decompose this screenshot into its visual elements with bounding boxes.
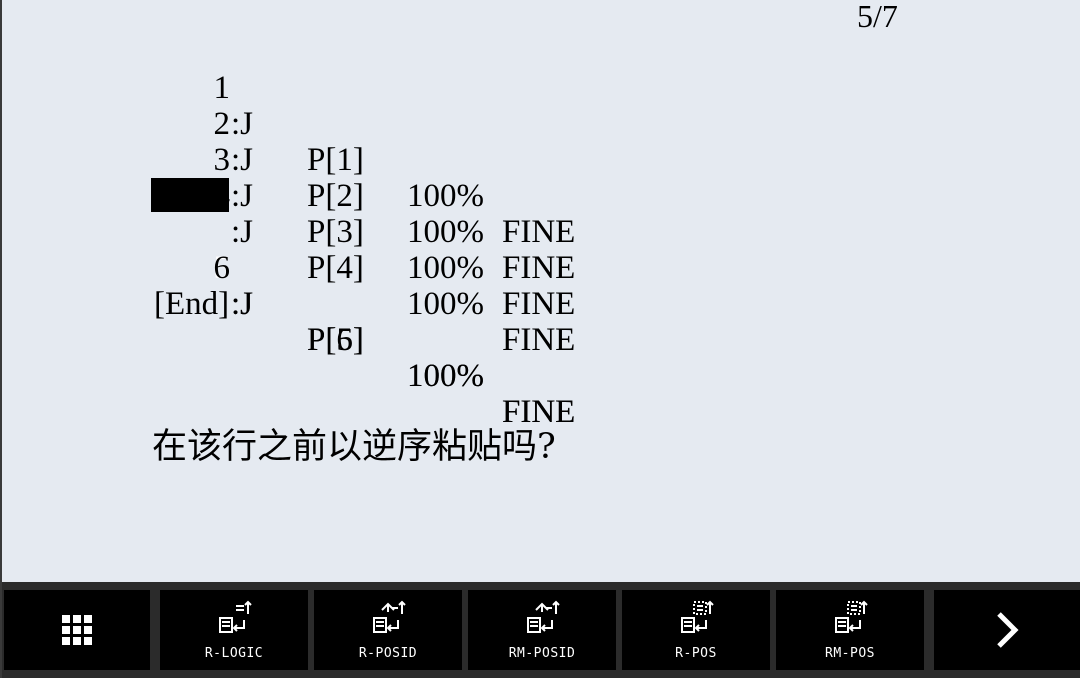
- function-key-bar: R-LOGIC R-POSID RM-POSID R-POS RM-POS: [2, 582, 1080, 678]
- grid-icon: [62, 615, 92, 645]
- r-logic-button[interactable]: R-LOGIC: [160, 590, 308, 670]
- teach-pendant-screen: 5/7 1 :J P[1] 100% FINE 2 :J P[2] 100% F…: [0, 0, 1080, 678]
- program-line-5-selected[interactable]: 5 :J P[5] 100% FINE: [2, 178, 702, 430]
- program-line-6[interactable]: 6 :J P[6] 100% FINE: [2, 214, 702, 430]
- paste-pos-icon: [681, 600, 714, 633]
- termination-type: FINE: [502, 286, 576, 322]
- speed-value: 100%: [407, 286, 484, 322]
- menu-button[interactable]: [4, 590, 150, 670]
- r-posid-button[interactable]: R-POSID: [314, 590, 462, 670]
- paste-motion-pos-icon: [835, 600, 868, 633]
- chevron-right-icon: [997, 612, 1019, 648]
- rm-pos-label: RM-POS: [825, 646, 875, 661]
- motion-type: :J: [231, 286, 254, 322]
- program-line-4[interactable]: 4 :J P[4] 100% FINE: [2, 142, 702, 358]
- line-cursor: [151, 178, 229, 212]
- program-listing: 1 :J P[1] 100% FINE 2 :J P[2] 100% FINE …: [2, 34, 702, 430]
- program-line-1[interactable]: 1 :J P[1] 100% FINE: [2, 34, 702, 250]
- paste-logic-icon: [219, 600, 252, 633]
- paste-motion-posid-icon: [527, 600, 560, 633]
- page-indicator: 5/7: [857, 0, 898, 34]
- r-pos-label: R-POS: [675, 646, 717, 661]
- rm-posid-button[interactable]: RM-POSID: [468, 590, 616, 670]
- program-line-3[interactable]: 3 :J P[3] 100% FINE: [2, 106, 702, 322]
- program-line-2[interactable]: 2 :J P[2] 100% FINE: [2, 70, 702, 286]
- next-page-button[interactable]: [934, 590, 1080, 670]
- rm-posid-label: RM-POSID: [508, 646, 576, 661]
- paste-posid-icon: [373, 600, 406, 633]
- rm-pos-button[interactable]: RM-POS: [776, 590, 924, 670]
- r-pos-button[interactable]: R-POS: [622, 590, 770, 670]
- termination-type: FINE: [502, 322, 576, 358]
- end-marker: [End]: [154, 286, 230, 322]
- r-posid-label: R-POSID: [358, 646, 418, 661]
- r-logic-label: R-LOGIC: [204, 646, 264, 661]
- speed-value: 100%: [407, 358, 484, 394]
- program-end-line[interactable]: [End]: [2, 250, 702, 322]
- position-register: P[6]: [307, 322, 364, 358]
- confirmation-prompt: 在该行之前以逆序粘贴吗?: [152, 427, 556, 467]
